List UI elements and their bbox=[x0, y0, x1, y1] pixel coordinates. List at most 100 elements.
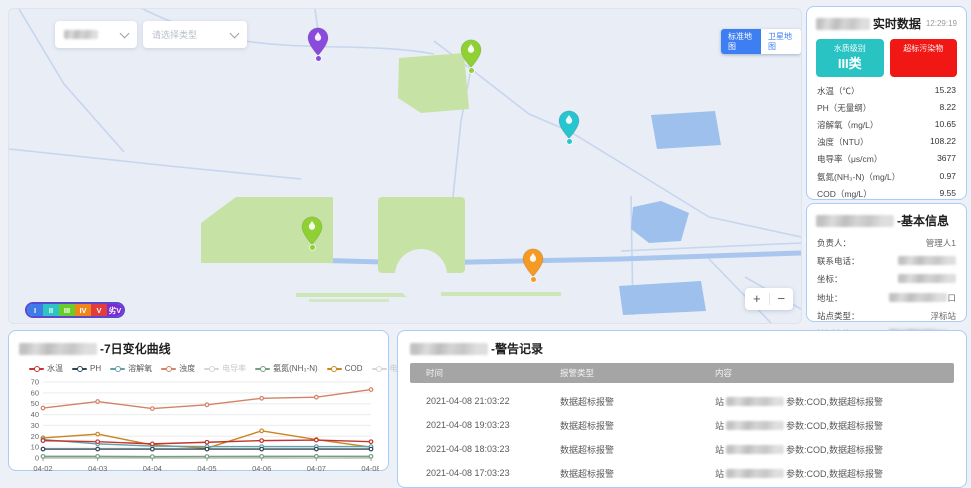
alert-station-redacted bbox=[726, 397, 784, 406]
realtime-panel: 实时数据 12:29:19 水质级别 III类 超标污染物 水温（℃）15.23… bbox=[806, 6, 967, 200]
quality-legend-segment: III bbox=[59, 304, 75, 316]
alert-content-suffix: 参数:COD,数据超标报警 bbox=[786, 467, 883, 480]
info-value: 口 bbox=[889, 292, 956, 304]
pin-icon bbox=[460, 39, 482, 69]
alerts-title: -警告记录 bbox=[410, 340, 954, 357]
zoom-out-button[interactable]: − bbox=[770, 289, 794, 309]
info-title: -基本信息 bbox=[816, 212, 957, 229]
info-value: 浮标站 bbox=[930, 310, 956, 322]
station-name-redacted bbox=[19, 343, 97, 355]
alert-time: 2021-04-08 17:03:23 bbox=[410, 468, 560, 478]
chart-title: -7日变化曲线 bbox=[19, 340, 378, 357]
param-value: 8.22 bbox=[939, 102, 956, 114]
alert-row: 2021-04-08 17:03:23数据超标报警站 参数:COD,数据超标报警 bbox=[410, 461, 954, 485]
chart-panel: -7日变化曲线 水温PH溶解氧浊度电导率氨氮(NH₃-N)COD电量 01020… bbox=[8, 330, 389, 471]
chart-legend-item[interactable]: 溶解氧 bbox=[110, 363, 152, 374]
station-name-redacted bbox=[410, 343, 488, 355]
map-layer-button[interactable]: 卫星地图 bbox=[761, 29, 801, 54]
svg-text:04-04: 04-04 bbox=[143, 464, 162, 473]
chart-legend-item[interactable]: 浊度 bbox=[161, 363, 195, 374]
svg-text:04-06: 04-06 bbox=[252, 464, 271, 473]
info-panel: -基本信息 负责人：管理人1联系电话：坐标：地址：口站点类型：浮标站检测水体：区… bbox=[806, 203, 967, 322]
alert-station-redacted bbox=[726, 445, 784, 454]
param-row: 浊度（NTU） 108.22 bbox=[816, 134, 957, 151]
param-value: 15.23 bbox=[935, 85, 956, 97]
param-label: 氨氮(NH₃-N)（mg/L） bbox=[817, 171, 900, 183]
svg-text:04-05: 04-05 bbox=[197, 464, 216, 473]
alert-type: 数据超标报警 bbox=[560, 467, 715, 480]
alerts-table-header: 时间 报警类型 内容 bbox=[410, 363, 954, 383]
chart-legend-item[interactable]: 氨氮(NH₃-N) bbox=[255, 363, 318, 374]
alert-content: 站参数:COD,数据超标报警 bbox=[715, 395, 954, 408]
type-select-placeholder: 请选择类型 bbox=[152, 28, 197, 41]
quality-level-label: 水质级别 bbox=[816, 39, 884, 56]
param-label: 浊度（NTU） bbox=[817, 136, 868, 148]
map-pin-dot bbox=[469, 68, 474, 73]
svg-text:0: 0 bbox=[35, 454, 39, 463]
chart-legend-item[interactable]: 水温 bbox=[29, 363, 63, 374]
type-select[interactable]: 请选择类型 bbox=[143, 21, 247, 48]
alert-content-prefix: 站 bbox=[715, 467, 724, 480]
svg-text:04-08: 04-08 bbox=[361, 464, 379, 473]
zoom-in-button[interactable]: + bbox=[745, 289, 769, 309]
chart-legend-item[interactable]: COD bbox=[327, 364, 363, 373]
svg-text:30: 30 bbox=[31, 421, 39, 430]
chart-legend: 水温PH溶解氧浊度电导率氨氮(NH₃-N)COD电量 bbox=[29, 363, 378, 374]
alerts-title-text: -警告记录 bbox=[491, 340, 543, 357]
info-label: 负责人： bbox=[817, 237, 851, 249]
chevron-down-icon bbox=[120, 28, 130, 38]
realtime-time: 12:29:19 bbox=[926, 19, 957, 28]
info-row: 联系电话： bbox=[816, 252, 957, 270]
param-row: PH（无量纲）8.22 bbox=[816, 99, 957, 116]
legend-marker-icon bbox=[72, 368, 87, 370]
realtime-title-text: 实时数据 bbox=[873, 15, 921, 32]
legend-label: PH bbox=[90, 364, 101, 373]
info-value-suffix: 口 bbox=[947, 293, 956, 303]
station-select-value-redacted bbox=[64, 30, 98, 39]
map-canvas bbox=[9, 9, 801, 323]
legend-marker-icon bbox=[110, 368, 125, 370]
param-value: 108.22 bbox=[930, 136, 956, 148]
svg-text:04-03: 04-03 bbox=[88, 464, 107, 473]
map-layer-toggle: 标准地图卫星地图 bbox=[721, 29, 801, 54]
legend-label: 浊度 bbox=[179, 363, 195, 374]
map[interactable]: 请选择类型 标准地图卫星地图 IIIIIIIVV劣V + − bbox=[8, 8, 802, 324]
svg-text:04-07: 04-07 bbox=[307, 464, 326, 473]
exceed-pollutant-badge: 超标污染物 bbox=[890, 39, 958, 77]
map-layer-button[interactable]: 标准地图 bbox=[721, 29, 761, 54]
station-name-redacted bbox=[816, 18, 870, 30]
info-title-text: -基本信息 bbox=[897, 212, 949, 229]
info-row: 坐标： bbox=[816, 270, 957, 288]
legend-marker-icon bbox=[204, 368, 219, 370]
water-quality-legend: IIIIIIIVV劣V bbox=[25, 302, 125, 318]
exceed-pollutant-label: 超标污染物 bbox=[890, 39, 958, 56]
legend-marker-icon bbox=[29, 368, 44, 370]
map-park-notch bbox=[395, 249, 447, 301]
quality-legend-segment: II bbox=[43, 304, 59, 316]
quality-legend-segment: V bbox=[91, 304, 107, 316]
alert-type: 数据超标报警 bbox=[560, 419, 715, 432]
exceed-pollutant-value bbox=[890, 56, 958, 72]
info-row: 站点类型： 浮标站 bbox=[816, 307, 957, 325]
pin-icon bbox=[522, 248, 544, 278]
chart-legend-item[interactable]: PH bbox=[72, 364, 101, 373]
info-label: 站点类型： bbox=[817, 310, 860, 322]
map-pin-dot bbox=[316, 56, 321, 61]
station-select[interactable] bbox=[55, 21, 137, 48]
info-label: 坐标： bbox=[817, 273, 843, 285]
alert-row: 2021-04-08 19:03:23数据超标报警站参数:COD,数据超标报警 bbox=[410, 413, 954, 437]
info-row: 地址：口 bbox=[816, 289, 957, 307]
alerts-panel: -警告记录 时间 报警类型 内容 2021-04-08 21:03:22数据超标… bbox=[397, 330, 967, 488]
quality-legend-segment: I bbox=[27, 304, 43, 316]
svg-text:20: 20 bbox=[31, 432, 39, 441]
param-row: 氨氮(NH₃-N)（mg/L）0.97 bbox=[816, 168, 957, 185]
chart-legend-item[interactable]: 电导率 bbox=[204, 363, 246, 374]
alert-type: 数据超标报警 bbox=[560, 395, 715, 408]
param-label: 电导率（μs/cm） bbox=[817, 153, 882, 165]
alerts-table-body: 2021-04-08 21:03:22数据超标报警站参数:COD,数据超标报警2… bbox=[410, 389, 954, 488]
alert-content-prefix: 站 bbox=[715, 419, 724, 432]
alert-time: 2021-04-08 18:03:23 bbox=[410, 444, 560, 454]
alert-row: 2021-04-08 18:03:23数据超标报警站参数:COD,数据超标报警 bbox=[410, 437, 954, 461]
info-value bbox=[898, 256, 956, 266]
alert-content: 站参数:COD,数据超标报警 bbox=[715, 419, 954, 432]
